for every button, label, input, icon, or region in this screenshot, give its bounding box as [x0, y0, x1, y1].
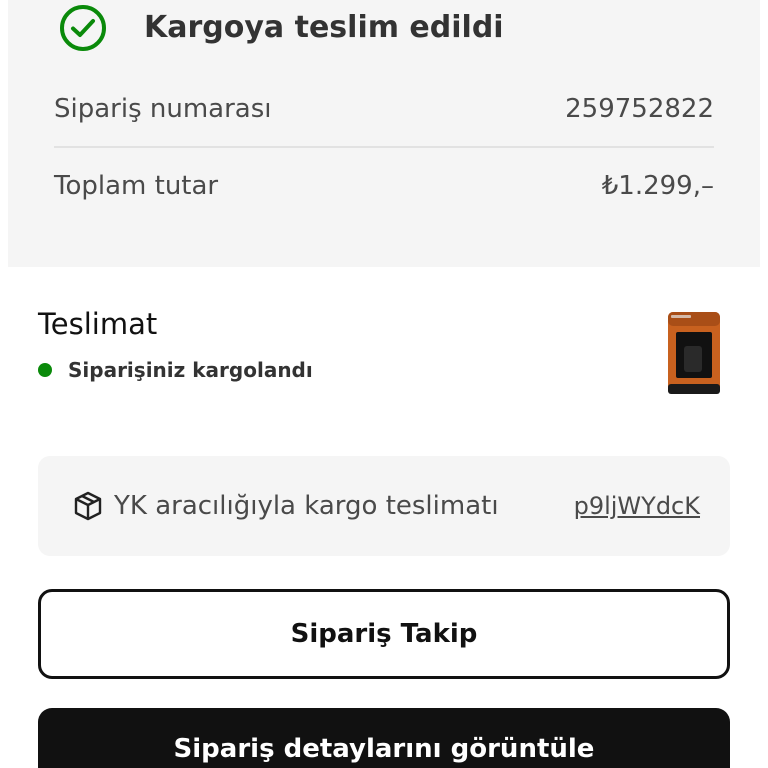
courier-text: YK aracılığıyla kargo teslimatı: [114, 491, 499, 521]
order-number-row: Sipariş numarası 259752822: [54, 72, 714, 148]
total-row: Toplam tutar ₺1.299,–: [54, 148, 714, 224]
shipment-status: Siparişiniz kargolandı: [38, 358, 313, 382]
status-dot: [38, 363, 52, 377]
shipment-status-text: Siparişiniz kargolandı: [68, 358, 313, 382]
view-order-details-button[interactable]: Sipariş detaylarını görüntüle: [38, 708, 730, 768]
tracking-code-link[interactable]: p9ljWYdcK: [574, 492, 700, 520]
order-number-label: Sipariş numarası: [54, 94, 272, 124]
check-circle-icon: [60, 5, 106, 51]
delivery-title: Teslimat: [38, 307, 158, 341]
total-label: Toplam tutar: [54, 171, 219, 201]
total-value: ₺1.299,–: [601, 171, 714, 201]
courier-info-box: YK aracılığıyla kargo teslimatı p9ljWYdc…: [38, 456, 730, 556]
status-title: Kargoya teslim edildi: [144, 10, 504, 45]
product-thumbnail[interactable]: [662, 308, 726, 398]
package-icon: [74, 491, 102, 521]
order-tracking-button[interactable]: Sipariş Takip: [38, 589, 730, 679]
status-row: [58, 3, 108, 53]
order-summary-card: Kargoya teslim edildi Sipariş numarası 2…: [8, 0, 760, 267]
order-number-value: 259752822: [565, 94, 714, 124]
